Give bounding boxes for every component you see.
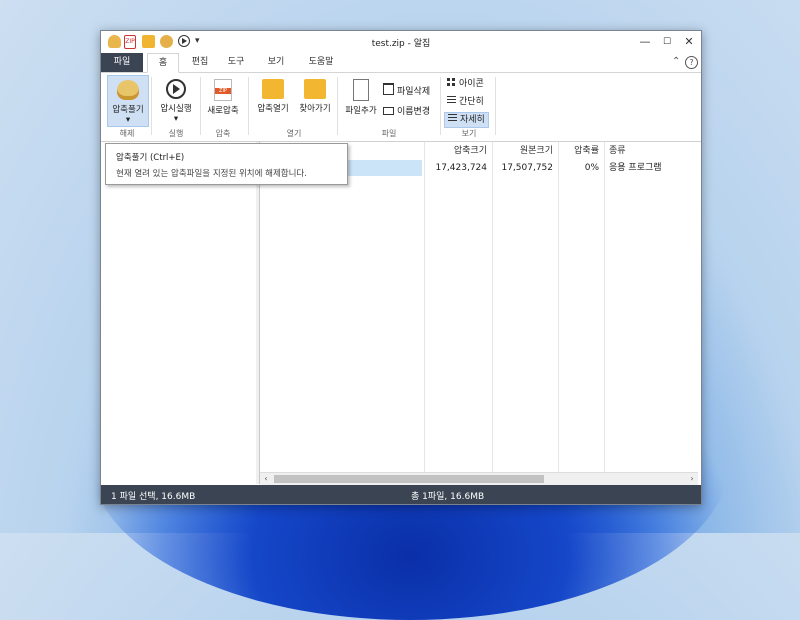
- cell-original-size: 17,507,752: [501, 163, 553, 173]
- folder-location-icon: [304, 79, 326, 99]
- group-label-compress: 압축: [215, 129, 231, 138]
- view-icons-button[interactable]: 아이콘: [447, 77, 484, 91]
- open-compressed-button[interactable]: 압축열기: [253, 75, 293, 119]
- ribbon-divider: [337, 77, 338, 135]
- status-total: 총 1파일, 16.6MB: [411, 492, 485, 502]
- tab-edit[interactable]: 편집: [185, 53, 215, 72]
- group-label-run: 실행: [168, 129, 184, 138]
- close-button[interactable]: ✕: [681, 35, 697, 49]
- ribbon-tab-bar: 파일 홈 편집 도구 보기 도움말 ⌃ ?: [101, 53, 701, 73]
- extract-dropdown-icon[interactable]: ▾: [126, 115, 130, 125]
- view-icons-label: 아이콘: [459, 79, 484, 89]
- tooltip-description: 현재 열려 있는 압축파일을 지정된 위치에 해제합니다.: [116, 169, 307, 179]
- view-detail-label: 자세히: [460, 115, 485, 125]
- column-divider: [604, 142, 605, 472]
- cell-type: 응용 프로그램: [609, 163, 662, 173]
- column-header-compressed-size[interactable]: 압축크기: [425, 144, 487, 158]
- minimize-button[interactable]: —: [637, 35, 653, 49]
- rename-button[interactable]: 이름변경: [383, 105, 430, 119]
- goto-button[interactable]: 찾아가기: [295, 75, 335, 119]
- group-label-file: 파일: [381, 129, 397, 138]
- title-bar: ZIP ▾ test.zip - 알집 — ☐ ✕: [101, 31, 701, 53]
- list-icon: [447, 96, 456, 105]
- run-dropdown-icon[interactable]: ▾: [174, 114, 178, 124]
- alzip-window: ZIP ▾ test.zip - 알집 — ☐ ✕ 파일 홈 편집 도구 보기 …: [100, 30, 702, 505]
- ribbon-divider: [151, 77, 152, 135]
- cell-ratio: 0%: [584, 163, 599, 173]
- tab-view[interactable]: 보기: [261, 53, 291, 72]
- run-button[interactable]: 압시실행 ▾: [155, 75, 197, 124]
- zip-file-icon: [214, 79, 232, 101]
- new-compress-label: 새로압축: [207, 106, 239, 116]
- horizontal-scrollbar[interactable]: ‹ ›: [260, 472, 698, 485]
- cell-compressed-size: 17,423,724: [435, 163, 487, 173]
- column-divider: [492, 142, 493, 472]
- rename-label: 이름변경: [397, 107, 431, 117]
- tab-help[interactable]: 도움말: [301, 53, 341, 72]
- add-file-button[interactable]: 파일추가: [341, 75, 381, 119]
- details-icon: [448, 114, 457, 123]
- help-icon[interactable]: ?: [685, 56, 698, 69]
- column-divider: [424, 142, 425, 472]
- trash-icon: [383, 83, 394, 95]
- ribbon-divider: [248, 77, 249, 135]
- goto-label: 찾아가기: [299, 104, 331, 114]
- scrollbar-thumb[interactable]: [274, 475, 544, 483]
- view-simple-button[interactable]: 간단히: [447, 95, 484, 109]
- rename-icon: [383, 107, 394, 115]
- window-title: test.zip - 알집: [371, 39, 431, 49]
- group-label-extract: 해제: [119, 129, 135, 138]
- group-label-open: 열기: [286, 129, 302, 138]
- folder-open-icon: [262, 79, 284, 99]
- extract-button[interactable]: 압축풀기 ▾: [107, 75, 149, 127]
- folder-tree-pane[interactable]: [101, 142, 257, 484]
- column-header-type[interactable]: 종류: [609, 144, 689, 158]
- column-header-original-size[interactable]: 원본크기: [493, 144, 553, 158]
- view-simple-label: 간단히: [459, 97, 484, 107]
- ribbon-divider: [200, 77, 201, 135]
- scroll-right-icon[interactable]: ›: [686, 473, 698, 485]
- column-divider: [558, 142, 559, 472]
- file-list[interactable]: 압축크기 원본크기 압축률 종류 17,423,724 17,507,752 0…: [260, 142, 698, 472]
- new-compress-button[interactable]: 새로압축: [203, 75, 243, 119]
- ribbon-divider: [495, 77, 496, 135]
- run-label: 압시실행: [160, 104, 192, 114]
- view-detail-button[interactable]: 자세히: [444, 112, 489, 128]
- add-file-label: 파일추가: [345, 106, 377, 116]
- delete-file-button[interactable]: 파일삭제: [383, 83, 430, 97]
- delete-file-label: 파일삭제: [397, 87, 431, 97]
- maximize-button[interactable]: ☐: [659, 35, 675, 49]
- status-selected: 1 파일 선택, 16.6MB: [111, 492, 196, 502]
- tooltip-title: 압축풀기 (Ctrl+E): [116, 153, 185, 163]
- play-icon: [166, 79, 186, 99]
- add-file-icon: [353, 79, 369, 101]
- tab-home[interactable]: 홈: [147, 53, 179, 73]
- column-header-ratio[interactable]: 압축률: [559, 144, 599, 158]
- open-compressed-label: 압축열기: [257, 104, 289, 114]
- extract-tooltip: 압축풀기 (Ctrl+E) 현재 열려 있는 압축파일을 지정된 위치에 해제합…: [105, 143, 348, 185]
- extract-icon: [117, 80, 139, 100]
- grid-icon: [447, 78, 456, 87]
- collapse-ribbon-icon[interactable]: ⌃: [672, 56, 680, 67]
- tab-tools[interactable]: 도구: [221, 53, 251, 72]
- extract-label: 압축풀기: [112, 105, 144, 115]
- ribbon: 압축풀기 ▾ 해제 압시실행 ▾ 실행 새로압축 압축 압축열기 찾아가기 열기: [101, 73, 701, 142]
- scroll-left-icon[interactable]: ‹: [260, 473, 272, 485]
- ribbon-divider: [440, 77, 441, 135]
- status-bar: 1 파일 선택, 16.6MB 총 1파일, 16.6MB: [101, 485, 701, 504]
- tab-file[interactable]: 파일: [101, 53, 143, 72]
- group-label-view: 보기: [461, 129, 477, 138]
